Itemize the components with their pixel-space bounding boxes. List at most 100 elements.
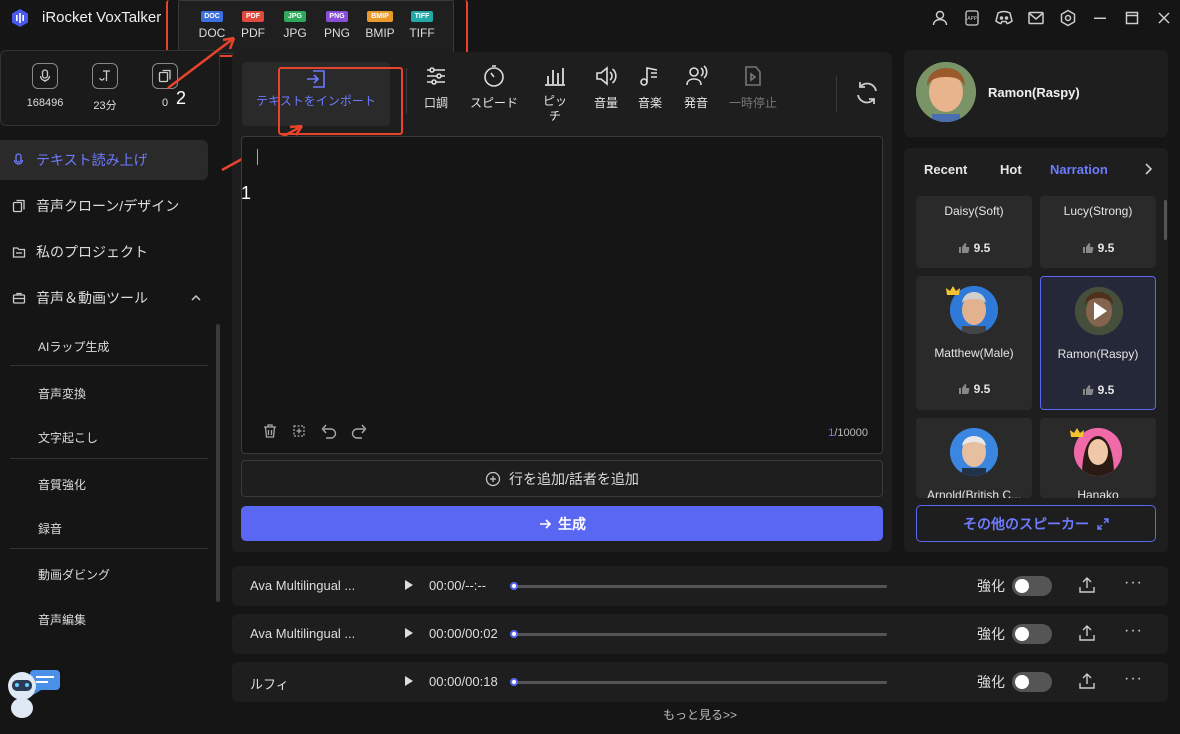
tab-recent[interactable]: Recent xyxy=(924,162,967,177)
nav-label: 音声クローン/デザイン xyxy=(36,198,180,214)
chat-bot-icon[interactable] xyxy=(4,668,60,724)
nav-audio-edit[interactable]: 音声編集 xyxy=(38,611,86,628)
speaker-card-lucy[interactable]: Lucy(Strong) 9.5 xyxy=(1040,196,1156,268)
text-cursor xyxy=(257,149,258,165)
speaker-card-matthew[interactable]: Matthew(Male) 9.5 xyxy=(916,276,1032,410)
nav-transcription[interactable]: 文字起こし xyxy=(38,429,98,446)
progress-track[interactable] xyxy=(512,681,887,684)
add-line-speaker-button[interactable]: 行を追加/話者を追加 xyxy=(241,460,883,497)
nav-ai-rap[interactable]: AIラップ生成 xyxy=(38,338,109,355)
play-icon[interactable] xyxy=(404,675,414,687)
progress-knob[interactable] xyxy=(510,678,518,686)
speaker-icon xyxy=(594,64,618,88)
avatar xyxy=(950,428,998,476)
text-editor[interactable]: 1 1/10000 xyxy=(241,136,883,454)
svg-text:APP: APP xyxy=(967,16,976,22)
speaking-person-icon xyxy=(684,64,708,88)
chevron-right-icon[interactable] xyxy=(1142,162,1154,176)
crown-icon xyxy=(946,286,960,296)
tool-pause[interactable]: 一時停止 xyxy=(729,64,777,111)
nav-audio-video-tools[interactable]: 音声＆動画ツール xyxy=(0,278,208,318)
thumbs-up-icon xyxy=(1082,385,1094,395)
progress-knob[interactable] xyxy=(510,630,518,638)
audio-row: Ava Multilingual ... 00:00/00:02 強化 ··· xyxy=(232,614,1168,654)
tool-volume[interactable]: 音量 xyxy=(594,64,618,111)
copy-icon xyxy=(12,199,25,213)
upload-icon[interactable] xyxy=(1078,672,1096,690)
add-block-icon[interactable] xyxy=(291,423,307,439)
app-logo-icon xyxy=(10,8,30,28)
maximize-icon[interactable] xyxy=(1116,0,1148,36)
more-options-icon[interactable]: ··· xyxy=(1124,622,1143,640)
speaker-card-daisy[interactable]: Daisy(Soft) 9.5 xyxy=(916,196,1032,268)
chevron-up-icon[interactable] xyxy=(190,292,202,304)
app-icon[interactable]: APP xyxy=(956,0,988,36)
stat-minutes: 23分 xyxy=(75,63,135,113)
user-icon[interactable] xyxy=(924,0,956,36)
tool-speed[interactable]: スピード xyxy=(470,64,518,111)
upload-icon[interactable] xyxy=(1078,624,1096,642)
divider xyxy=(10,365,208,366)
tool-tone[interactable]: 口調 xyxy=(424,64,448,111)
upload-icon[interactable] xyxy=(1078,576,1096,594)
trash-icon[interactable] xyxy=(262,423,278,439)
progress-track[interactable] xyxy=(512,585,887,588)
play-icon[interactable] xyxy=(404,627,414,639)
progress-track[interactable] xyxy=(512,633,887,636)
tool-pitch[interactable]: ピッチ xyxy=(542,64,568,124)
speaker-card-ramon[interactable]: Ramon(Raspy) 9.5 xyxy=(1040,276,1156,410)
divider xyxy=(836,76,837,112)
expand-icon xyxy=(1097,517,1109,530)
close-icon[interactable] xyxy=(1148,0,1180,36)
minimize-icon[interactable] xyxy=(1084,0,1116,36)
nav-video-dubbing[interactable]: 動画ダビング xyxy=(38,566,110,583)
audio-row: ルフィ 00:00/00:18 強化 ··· xyxy=(232,662,1168,702)
annotation-number-1: 1 xyxy=(241,183,252,203)
nav-voice-changer[interactable]: 音声変換 xyxy=(38,385,86,402)
speaker-browser: Recent Hot Narration Daisy(Soft) 9.5 Luc… xyxy=(904,148,1168,552)
nav-my-projects[interactable]: 私のプロジェクト xyxy=(0,232,208,272)
redo-icon[interactable] xyxy=(350,423,368,439)
toolbox-icon xyxy=(12,292,26,304)
bars-icon xyxy=(543,64,567,88)
avatar xyxy=(916,62,976,122)
more-options-icon[interactable]: ··· xyxy=(1124,574,1143,592)
sliders-icon xyxy=(424,64,448,88)
play-icon[interactable] xyxy=(404,579,414,591)
title-bar-controls: APP xyxy=(924,0,1180,36)
nav-label: 音声＆動画ツール xyxy=(36,290,148,306)
nav-record[interactable]: 録音 xyxy=(38,520,62,537)
enhance-toggle[interactable] xyxy=(1012,624,1052,644)
text-voice-icon xyxy=(92,63,118,89)
nav-voice-clone[interactable]: 音声クローン/デザイン xyxy=(0,186,208,226)
tab-hot[interactable]: Hot xyxy=(1000,162,1022,177)
tool-pronounce[interactable]: 発音 xyxy=(684,64,708,111)
mail-icon[interactable] xyxy=(1020,0,1052,36)
enhance-toggle[interactable] xyxy=(1012,576,1052,596)
more-link[interactable]: もっと見る>> xyxy=(232,706,1168,723)
tool-music[interactable]: 音楽 xyxy=(638,64,662,111)
crown-icon xyxy=(1070,428,1084,438)
speaker-card-arnold[interactable]: Arnold(British C... xyxy=(916,418,1032,498)
settings-icon[interactable] xyxy=(1052,0,1084,36)
plus-circle-icon xyxy=(485,471,501,486)
refresh-icon[interactable] xyxy=(854,80,880,106)
audio-row: Ava Multilingual ... 00:00/--:-- 強化 ··· xyxy=(232,566,1168,606)
stat-characters: 168496 xyxy=(15,63,75,109)
generate-button[interactable]: 生成 xyxy=(241,506,883,541)
thumbs-up-icon xyxy=(958,243,970,253)
speaker-card-hanako[interactable]: Hanako xyxy=(1040,418,1156,498)
undo-icon[interactable] xyxy=(320,423,338,439)
tab-narration[interactable]: Narration xyxy=(1050,162,1108,177)
speaker-scrollbar[interactable] xyxy=(1164,200,1167,240)
pause-insert-icon xyxy=(741,64,765,88)
discord-icon[interactable] xyxy=(988,0,1020,36)
enhance-toggle[interactable] xyxy=(1012,672,1052,692)
sidebar-scrollbar[interactable] xyxy=(216,324,220,602)
nav-audio-enhance[interactable]: 音質強化 xyxy=(38,476,86,493)
more-speakers-button[interactable]: その他のスピーカー xyxy=(916,505,1156,542)
microphone-icon xyxy=(32,63,58,89)
divider xyxy=(10,548,208,549)
progress-knob[interactable] xyxy=(510,582,518,590)
more-options-icon[interactable]: ··· xyxy=(1124,670,1143,688)
